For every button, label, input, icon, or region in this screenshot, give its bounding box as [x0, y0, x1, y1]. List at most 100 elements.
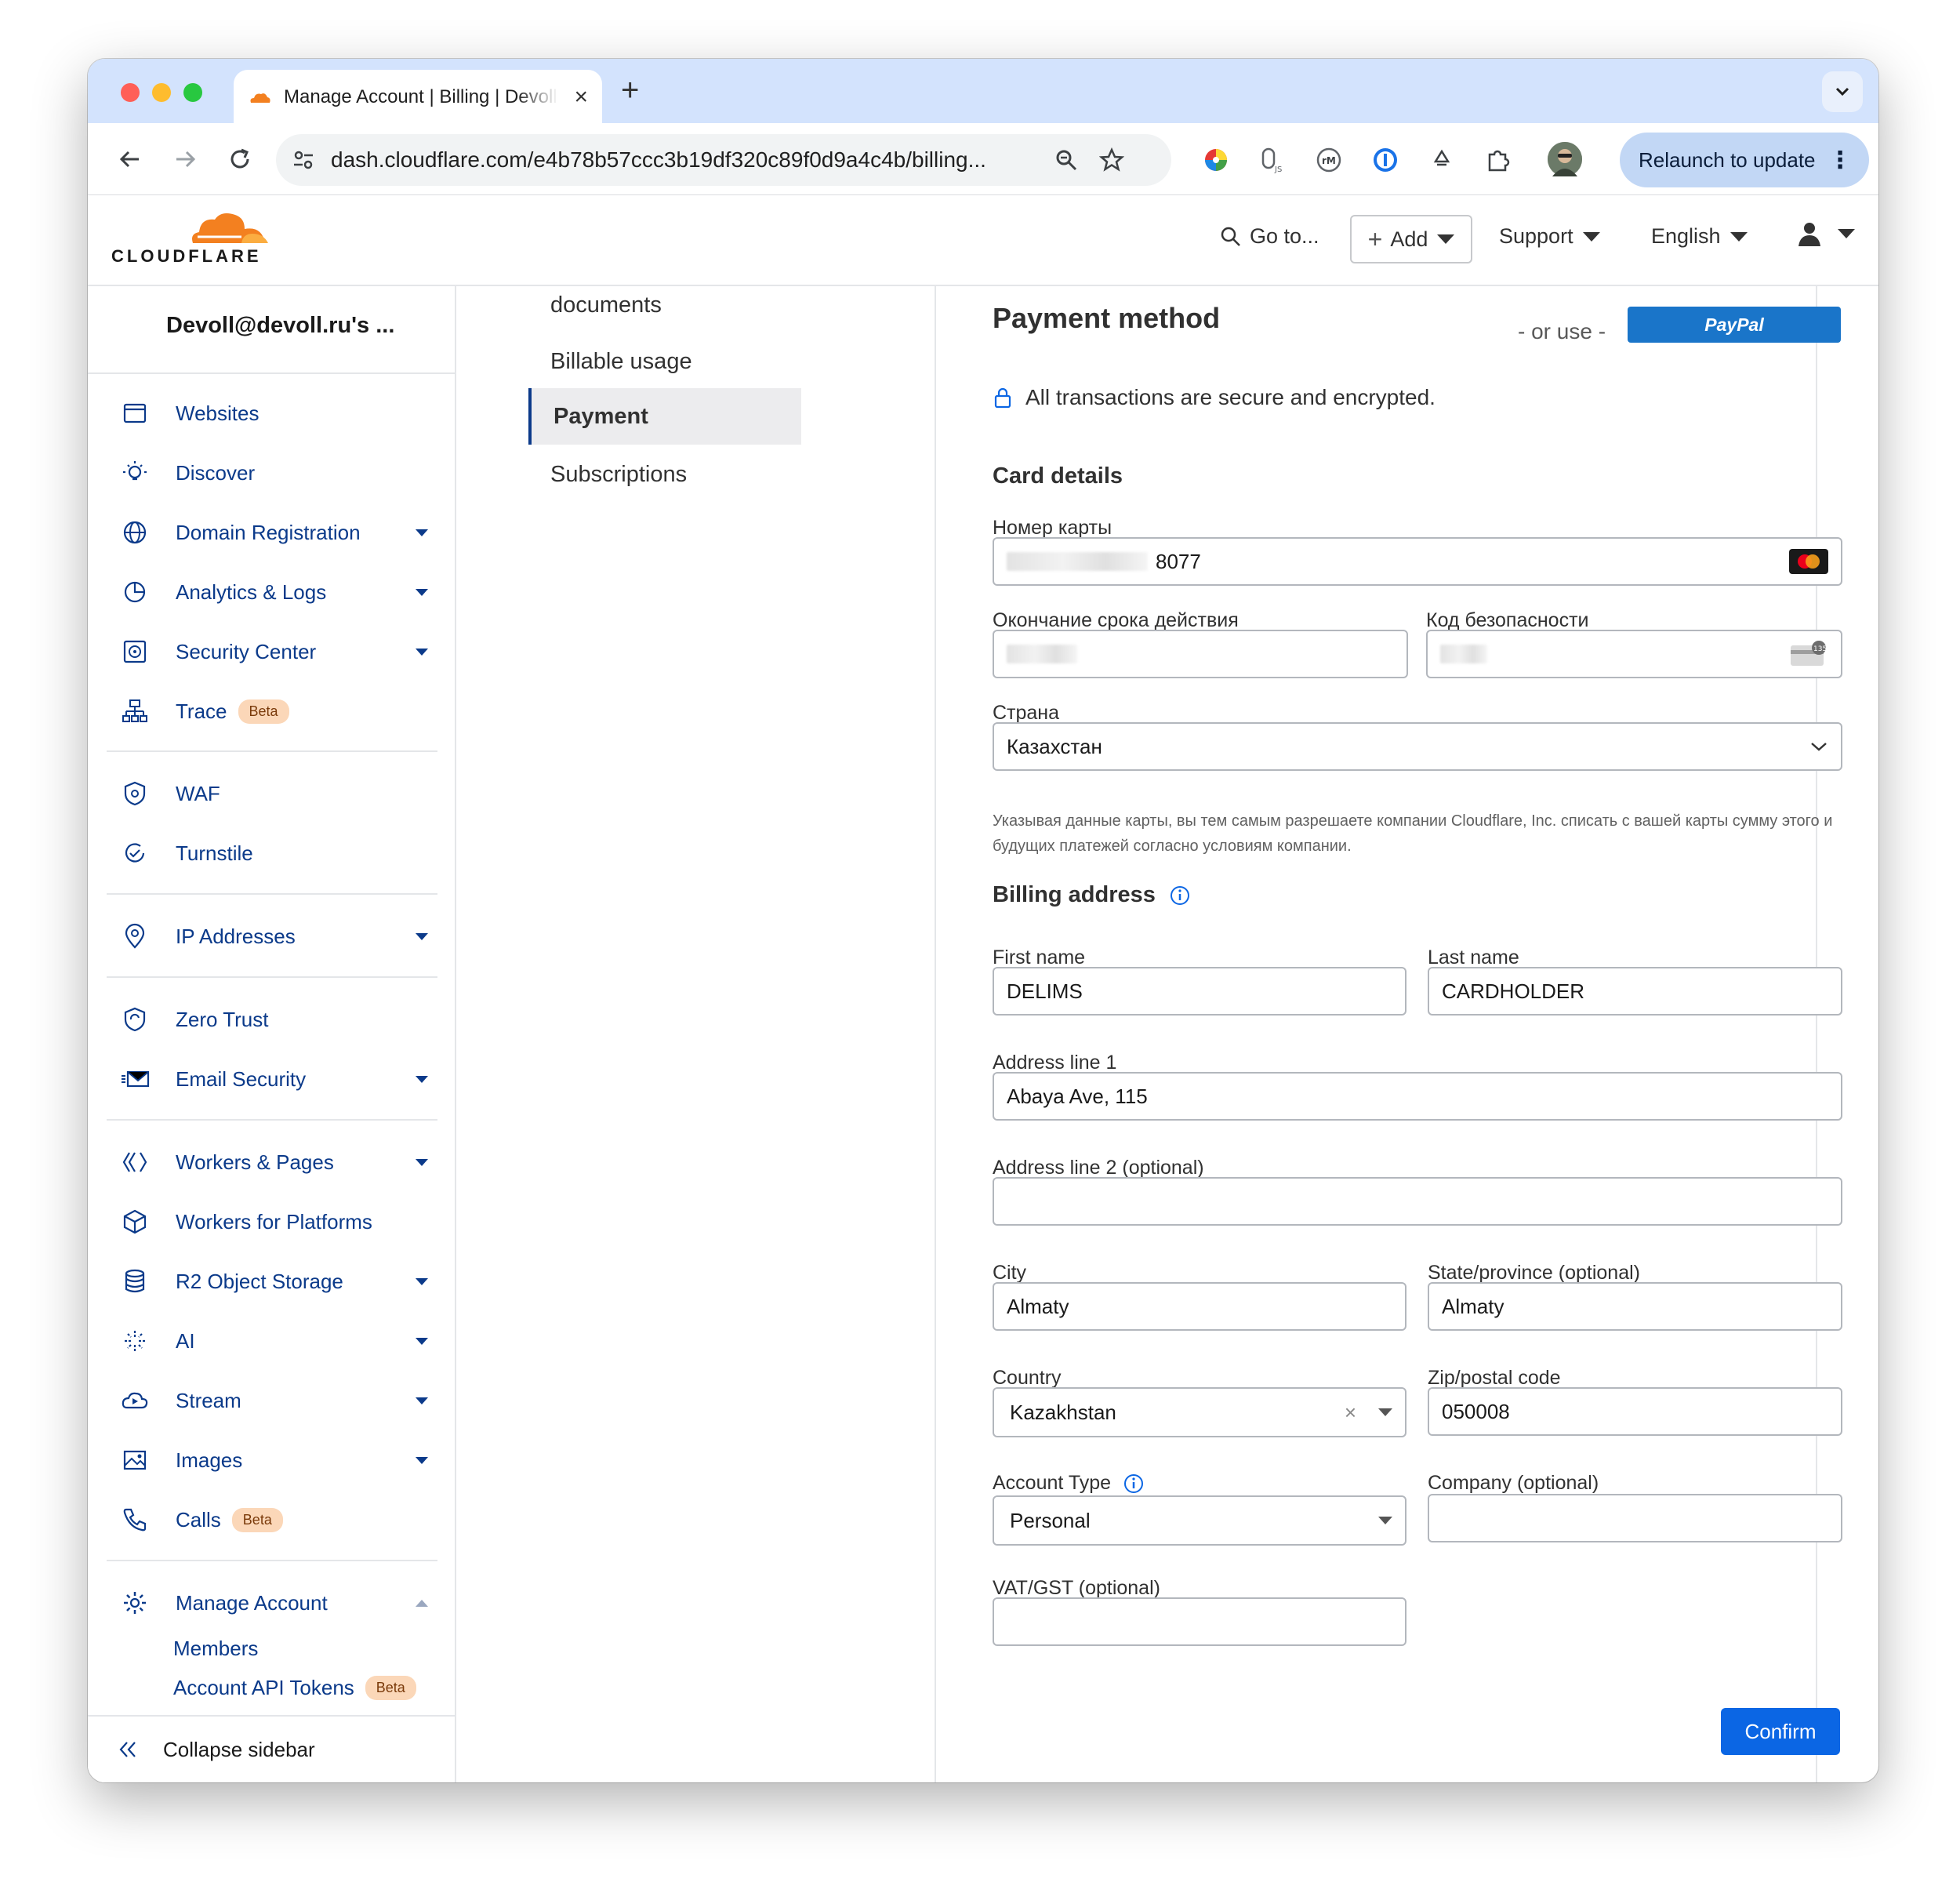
sidebar-item-ai[interactable]: AI [119, 1321, 441, 1361]
address2-field[interactable] [993, 1177, 1842, 1226]
country-select[interactable]: Казахстан [993, 722, 1842, 771]
vat-field[interactable] [993, 1597, 1406, 1646]
language-menu[interactable]: English [1651, 224, 1748, 249]
authorization-fineprint: Указывая данные карты, вы тем самым разр… [993, 812, 1833, 855]
sidebar-item-discover[interactable]: Discover [119, 453, 441, 492]
subnav-item-billable-usage[interactable]: Billable usage [550, 349, 692, 375]
sidebar-item-manage-account[interactable]: Manage Account [119, 1583, 441, 1622]
sidebar-item-zero-trust[interactable]: Zero Trust [119, 1000, 441, 1039]
sidebar-item-calls[interactable]: Calls Beta [119, 1500, 441, 1539]
sidebar-item-r2-object-storage[interactable]: R2 Object Storage [119, 1262, 441, 1301]
sidebar-subitem-account-api-tokens[interactable]: Account API Tokens Beta [173, 1676, 416, 1700]
browser-tab-active[interactable]: Manage Account | Billing | Devoll@devoll… [234, 70, 602, 125]
add-label: Add [1390, 227, 1428, 251]
relaunch-to-update-button[interactable]: Relaunch to update ⋮ [1620, 133, 1869, 187]
profile-avatar[interactable] [1548, 142, 1582, 176]
recycle-extension-icon[interactable] [1427, 145, 1457, 175]
caret-down-icon[interactable] [1378, 1408, 1392, 1416]
add-button[interactable]: + Add [1350, 215, 1472, 263]
state-field[interactable]: Almaty [1428, 1282, 1842, 1331]
refresh-check-icon [119, 837, 151, 869]
cvc-field[interactable]: 135 [1426, 630, 1842, 678]
sidebar-item-domain-registration[interactable]: Domain Registration [119, 513, 441, 552]
collapse-sidebar-button[interactable]: Collapse sidebar [88, 1715, 455, 1782]
account-name[interactable]: Devoll@devoll.ru's ... [166, 313, 394, 339]
site-settings-icon[interactable] [292, 148, 315, 172]
info-icon[interactable] [1170, 885, 1190, 906]
arrow-left-icon [119, 151, 139, 168]
info-icon[interactable] [1123, 1473, 1144, 1494]
sidebar-item-turnstile[interactable]: Turnstile [119, 834, 441, 873]
confirm-button[interactable]: Confirm [1721, 1708, 1840, 1755]
paypal-button[interactable]: PayPal [1628, 307, 1841, 343]
maximize-window-button[interactable] [183, 83, 202, 102]
sidebar-item-waf[interactable]: WAF [119, 774, 441, 813]
country-select-label: Страна [993, 702, 1060, 724]
sidebar-item-analytics-logs[interactable]: Analytics & Logs [119, 572, 441, 612]
expiry-field[interactable] [993, 630, 1408, 678]
sidebar-item-workers-pages[interactable]: Workers & Pages [119, 1143, 441, 1182]
minimize-window-button[interactable] [152, 83, 171, 102]
zip-label: Zip/postal code [1428, 1367, 1561, 1389]
divider [107, 893, 437, 895]
sidebar-item-workers-for-platforms[interactable]: Workers for Platforms [119, 1202, 441, 1241]
account-type-dropdown[interactable]: Personal [993, 1495, 1406, 1546]
caret-down-icon[interactable] [1378, 1517, 1392, 1524]
plus-icon: + [1367, 224, 1383, 253]
cloud-play-icon [119, 1385, 151, 1416]
cvc-label: Код безопасности [1426, 609, 1589, 631]
password-manager-extension-icon[interactable] [1370, 145, 1400, 175]
last-name-label: Last name [1428, 946, 1519, 968]
user-menu[interactable] [1795, 220, 1855, 248]
bookmark-star-icon[interactable] [1096, 144, 1127, 176]
first-name-field[interactable]: DELIMS [993, 967, 1406, 1016]
support-menu[interactable]: Support [1499, 224, 1600, 249]
zip-field[interactable]: 050008 [1428, 1387, 1842, 1436]
caret-down-icon [416, 933, 428, 940]
js-extension-icon[interactable]: JS [1258, 145, 1287, 175]
sidebar-item-security-center[interactable]: Security Center [119, 632, 441, 671]
url-text: dash.cloudflare.com/e4b78b57ccc3b19df320… [331, 147, 986, 172]
subnav-item-payment[interactable]: Payment [528, 388, 801, 445]
color-picker-extension-icon[interactable] [1201, 145, 1231, 175]
cloudflare-cloud-icon [192, 213, 268, 243]
masked-expiry [1007, 645, 1077, 663]
city-field[interactable]: Almaty [993, 1282, 1406, 1331]
close-tab-icon[interactable]: × [574, 85, 588, 109]
close-window-button[interactable] [121, 83, 140, 102]
sparkles-icon [119, 1325, 151, 1357]
tab-search-button[interactable] [1822, 71, 1863, 112]
mastercard-icon [1789, 549, 1828, 574]
sidebar-subitem-members[interactable]: Members [173, 1637, 258, 1661]
rm-extension-icon[interactable]: rM [1314, 145, 1344, 175]
arrow-right-icon [176, 151, 196, 168]
card-number-field[interactable]: 8077 [993, 537, 1842, 586]
reload-icon [230, 148, 249, 169]
sidebar-item-email-security[interactable]: Email Security [119, 1059, 441, 1099]
forward-button[interactable] [166, 140, 204, 178]
sidebar-item-trace[interactable]: Trace Beta [119, 692, 441, 731]
extensions-puzzle-icon[interactable] [1483, 145, 1513, 175]
address1-field[interactable]: Abaya Ave, 115 [993, 1072, 1842, 1121]
country-dropdown[interactable]: Kazakhstan × [993, 1387, 1406, 1437]
subnav-item-subscriptions[interactable]: Subscriptions [550, 462, 687, 488]
goto-search-button[interactable]: Go to... [1220, 224, 1319, 249]
company-field[interactable] [1428, 1494, 1842, 1542]
clear-icon[interactable]: × [1345, 1401, 1356, 1425]
sidebar-item-ip-addresses[interactable]: IP Addresses [119, 917, 441, 956]
caret-down-icon [416, 1338, 428, 1345]
reload-button[interactable] [221, 140, 259, 178]
subnav-item-documents[interactable]: documents [550, 292, 662, 318]
caret-down-icon [416, 1397, 428, 1404]
last-name-field[interactable]: CARDHOLDER [1428, 967, 1842, 1016]
sidebar-item-websites[interactable]: Websites [119, 394, 441, 433]
address-bar[interactable]: dash.cloudflare.com/e4b78b57ccc3b19df320… [276, 134, 1171, 186]
zoom-icon[interactable] [1051, 144, 1082, 176]
masked-cvc [1440, 645, 1487, 663]
new-tab-button[interactable]: + [621, 74, 639, 106]
cloudflare-logo[interactable]: CLOUDFLARE [111, 210, 268, 268]
back-button[interactable] [111, 140, 149, 178]
sidebar-item-stream[interactable]: Stream [119, 1381, 441, 1420]
browser-menu-icon[interactable]: ⋮ [1828, 147, 1852, 174]
sidebar-item-images[interactable]: Images [119, 1441, 441, 1480]
